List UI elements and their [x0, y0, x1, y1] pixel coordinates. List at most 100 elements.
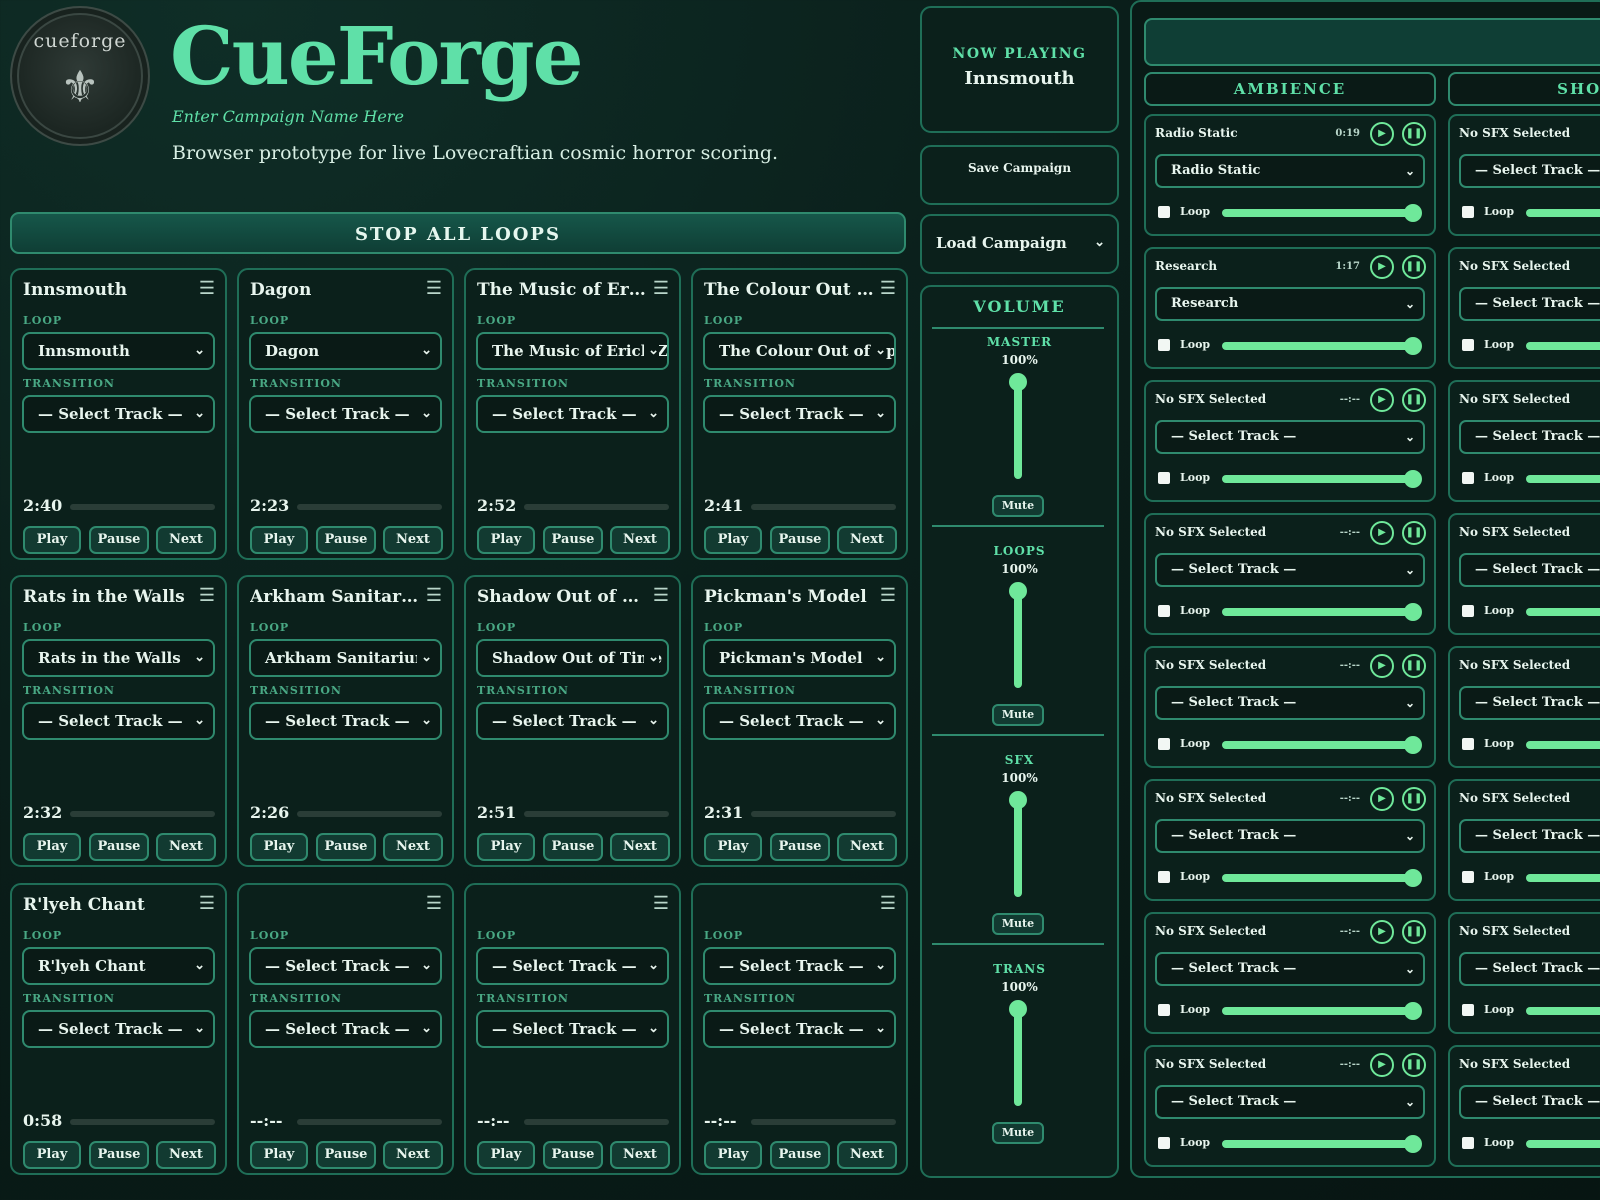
pause-button[interactable]: Pause: [543, 833, 603, 861]
loop-checkbox[interactable]: [1462, 1004, 1474, 1016]
pause-icon[interactable]: ❚❚: [1402, 255, 1426, 279]
transition-track-select[interactable]: — Select Track — ⌄: [703, 702, 896, 740]
hamburger-menu-icon[interactable]: ☰: [653, 893, 669, 914]
loop-track-select[interactable]: — Select Track — ⌄: [703, 947, 896, 985]
play-icon[interactable]: ▶: [1370, 787, 1394, 811]
progress-bar[interactable]: [297, 504, 442, 510]
play-icon[interactable]: ▶: [1370, 388, 1394, 412]
loop-track-select[interactable]: R'lyeh Chant ⌄: [22, 947, 215, 985]
loop-track-select[interactable]: — Select Track — ⌄: [476, 947, 669, 985]
next-button[interactable]: Next: [383, 526, 443, 554]
transition-track-select[interactable]: — Select Track — ⌄: [249, 395, 442, 433]
loop-track-select[interactable]: Arkham Sanitarium ⌄: [249, 639, 442, 677]
sfx-volume-handle[interactable]: [1404, 869, 1422, 887]
pause-button[interactable]: Pause: [89, 1141, 149, 1169]
hamburger-menu-icon[interactable]: ☰: [199, 585, 215, 606]
sfx-track-select[interactable]: Radio Static ⌄: [1155, 154, 1425, 188]
sfx-volume-slider[interactable]: [1222, 209, 1414, 217]
play-icon[interactable]: ▶: [1370, 521, 1394, 545]
sfx-volume-slider[interactable]: [1222, 1140, 1414, 1148]
loop-checkbox[interactable]: [1462, 472, 1474, 484]
play-button[interactable]: Play: [23, 526, 81, 554]
pause-icon[interactable]: ❚❚: [1402, 521, 1426, 545]
mute-button[interactable]: Mute: [992, 913, 1044, 935]
loop-checkbox[interactable]: [1158, 1137, 1170, 1149]
play-button[interactable]: Play: [704, 526, 762, 554]
loop-checkbox[interactable]: [1158, 1004, 1170, 1016]
transition-track-select[interactable]: — Select Track — ⌄: [22, 1010, 215, 1048]
hamburger-menu-icon[interactable]: ☰: [426, 278, 442, 299]
progress-bar[interactable]: [751, 1119, 896, 1125]
volume-slider-handle[interactable]: [1009, 582, 1027, 600]
play-button[interactable]: Play: [250, 1141, 308, 1169]
pause-button[interactable]: Pause: [89, 833, 149, 861]
loop-checkbox[interactable]: [1158, 871, 1170, 883]
sfx-volume-slider[interactable]: [1526, 608, 1600, 616]
progress-bar[interactable]: [70, 1119, 215, 1125]
loop-track-select[interactable]: The Colour Out of Sp ⌄: [703, 332, 896, 370]
sfx-track-select[interactable]: — Select Track —⌄: [1155, 819, 1425, 853]
pause-button[interactable]: Pause: [316, 526, 376, 554]
next-button[interactable]: Next: [837, 833, 897, 861]
progress-bar[interactable]: [524, 504, 669, 510]
play-icon[interactable]: ▶: [1370, 1053, 1394, 1077]
sfx-volume-handle[interactable]: [1404, 1135, 1422, 1153]
transition-track-select[interactable]: — Select Track — ⌄: [703, 1010, 896, 1048]
hamburger-menu-icon[interactable]: ☰: [880, 585, 896, 606]
hamburger-menu-icon[interactable]: ☰: [880, 278, 896, 299]
pause-button[interactable]: Pause: [770, 526, 830, 554]
mute-button[interactable]: Mute: [992, 1122, 1044, 1144]
volume-slider-handle[interactable]: [1009, 1000, 1027, 1018]
next-button[interactable]: Next: [837, 526, 897, 554]
play-button[interactable]: Play: [477, 1141, 535, 1169]
loop-checkbox[interactable]: [1462, 738, 1474, 750]
loop-checkbox[interactable]: [1462, 605, 1474, 617]
sfx-track-select[interactable]: — Select Track —⌄: [1459, 1085, 1600, 1119]
mute-button[interactable]: Mute: [992, 704, 1044, 726]
play-button[interactable]: Play: [23, 833, 81, 861]
loop-track-select[interactable]: Innsmouth ⌄: [22, 332, 215, 370]
play-button[interactable]: Play: [704, 833, 762, 861]
transition-track-select[interactable]: — Select Track — ⌄: [22, 702, 215, 740]
play-icon[interactable]: ▶: [1370, 654, 1394, 678]
play-button[interactable]: Play: [23, 1141, 81, 1169]
sfx-volume-slider[interactable]: [1526, 741, 1600, 749]
sfx-volume-slider[interactable]: [1526, 209, 1600, 217]
sfx-volume-handle[interactable]: [1404, 1002, 1422, 1020]
progress-bar[interactable]: [524, 1119, 669, 1125]
mute-button[interactable]: Mute: [992, 495, 1044, 517]
volume-slider[interactable]: [1014, 588, 1022, 688]
play-icon[interactable]: ▶: [1370, 122, 1394, 146]
loop-checkbox[interactable]: [1462, 871, 1474, 883]
sfx-track-select[interactable]: — Select Track —⌄: [1155, 420, 1425, 454]
progress-bar[interactable]: [751, 504, 896, 510]
sfx-track-select[interactable]: — Select Track —⌄: [1155, 553, 1425, 587]
pause-button[interactable]: Pause: [770, 1141, 830, 1169]
sfx-volume-slider[interactable]: [1222, 874, 1414, 882]
volume-slider-handle[interactable]: [1009, 373, 1027, 391]
sfx-volume-slider[interactable]: [1222, 608, 1414, 616]
loop-track-select[interactable]: — Select Track — ⌄: [249, 947, 442, 985]
sfx-track-select[interactable]: — Select Track —⌄: [1459, 420, 1600, 454]
sfx-volume-slider[interactable]: [1526, 475, 1600, 483]
pause-icon[interactable]: ❚❚: [1402, 122, 1426, 146]
pause-icon[interactable]: ❚❚: [1402, 787, 1426, 811]
loop-track-select[interactable]: The Music of Erich Z ⌄: [476, 332, 669, 370]
loop-checkbox[interactable]: [1158, 472, 1170, 484]
volume-slider[interactable]: [1014, 379, 1022, 479]
sfx-volume-slider[interactable]: [1222, 475, 1414, 483]
next-button[interactable]: Next: [156, 526, 216, 554]
sfx-track-select[interactable]: — Select Track —⌄: [1155, 1085, 1425, 1119]
hamburger-menu-icon[interactable]: ☰: [199, 278, 215, 299]
pause-button[interactable]: Pause: [543, 526, 603, 554]
pause-icon[interactable]: ❚❚: [1402, 654, 1426, 678]
sfx-volume-slider[interactable]: [1222, 741, 1414, 749]
volume-slider[interactable]: [1014, 1006, 1022, 1106]
pause-button[interactable]: Pause: [89, 526, 149, 554]
transition-track-select[interactable]: — Select Track — ⌄: [22, 395, 215, 433]
sfx-volume-slider[interactable]: [1526, 1007, 1600, 1015]
play-icon[interactable]: ▶: [1370, 255, 1394, 279]
transition-track-select[interactable]: — Select Track — ⌄: [476, 1010, 669, 1048]
sfx-volume-handle[interactable]: [1404, 470, 1422, 488]
hamburger-menu-icon[interactable]: ☰: [653, 585, 669, 606]
